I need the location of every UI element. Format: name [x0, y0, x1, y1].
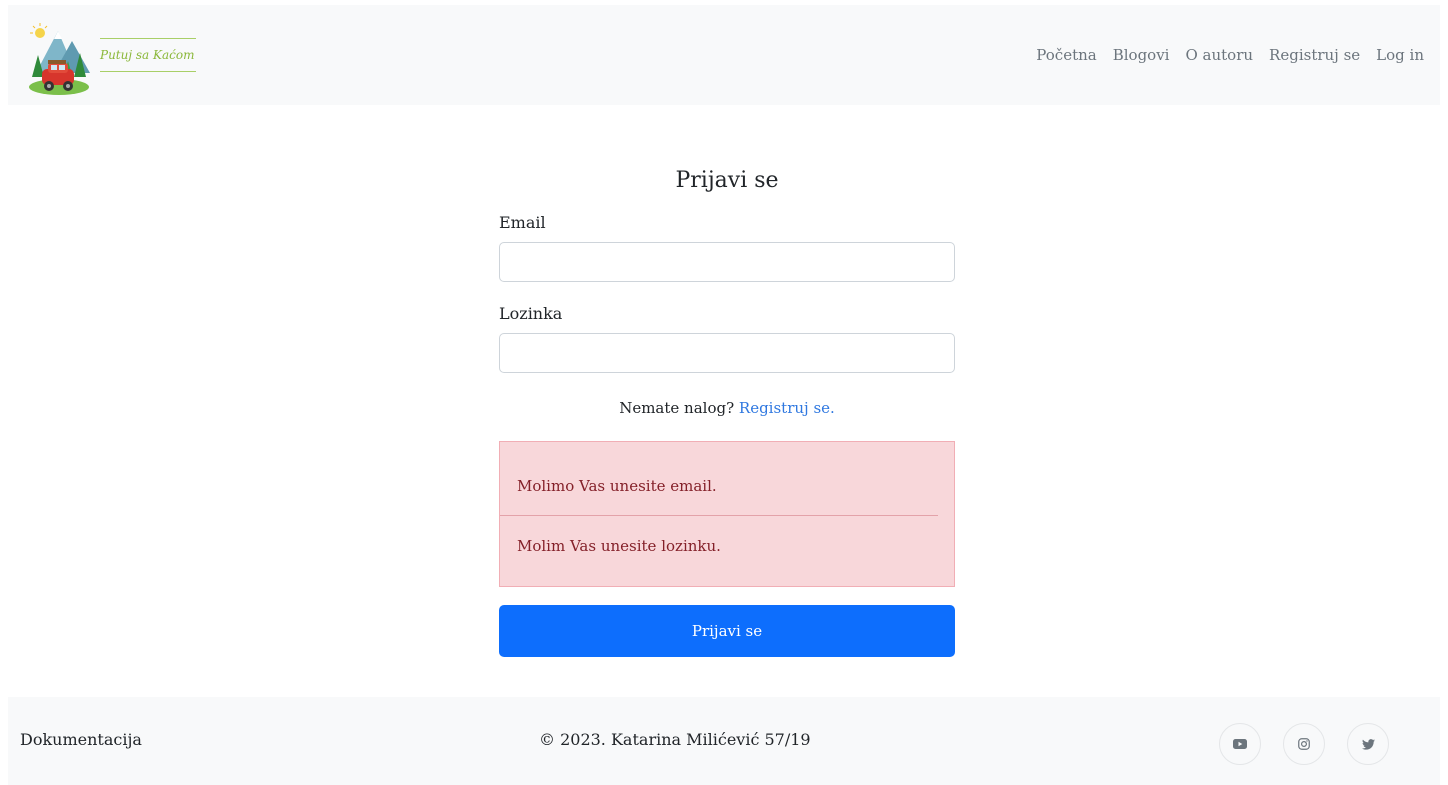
password-group: Lozinka [499, 304, 955, 373]
twitter-button[interactable] [1347, 723, 1389, 765]
password-field[interactable] [499, 333, 955, 373]
nav-item-pocetna[interactable]: Početna [1034, 44, 1098, 66]
register-link[interactable]: Registruj se. [739, 399, 835, 417]
top-navbar: Putuj sa Kaćom Početna Blogovi O autoru … [8, 5, 1440, 105]
email-group: Email [499, 213, 955, 282]
youtube-button[interactable] [1219, 723, 1261, 765]
error-alert: Molimo Vas unesite email. Molim Vas unes… [499, 441, 955, 587]
social-links [1219, 723, 1389, 765]
nav-menu: Početna Blogovi O autoru Registruj se Lo… [1034, 44, 1426, 66]
register-prompt-line: Nemate nalog? Registruj se. [499, 399, 955, 417]
password-label: Lozinka [499, 304, 563, 323]
login-submit-button[interactable]: Prijavi se [499, 605, 955, 657]
youtube-icon [1233, 739, 1247, 749]
email-label: Email [499, 213, 546, 232]
documentation-link[interactable]: Dokumentacija [20, 730, 142, 749]
instagram-icon [1298, 738, 1310, 750]
twitter-icon [1361, 738, 1375, 750]
footer: Dokumentacija © 2023. Katarina Milićević… [8, 697, 1440, 785]
nav-item-log-in[interactable]: Log in [1374, 44, 1426, 66]
nav-item-o-autoru[interactable]: O autoru [1183, 44, 1255, 66]
brand[interactable]: Putuj sa Kaćom [26, 11, 196, 99]
copyright-text: © 2023. Katarina Milićević 57/19 [539, 730, 811, 749]
logo-icon [29, 23, 90, 95]
register-prompt: Nemate nalog? [619, 399, 735, 417]
form-title: Prijavi se [675, 168, 779, 193]
email-field[interactable] [499, 242, 955, 282]
error-email: Molimo Vas unesite email. [517, 476, 717, 495]
error-password: Molim Vas unesite lozinku. [517, 536, 721, 555]
instagram-button[interactable] [1283, 723, 1325, 765]
login-form: Prijavi se Email Lozinka Nemate nalog? R… [499, 168, 955, 657]
brand-name: Putuj sa Kaćom [100, 38, 196, 72]
nav-item-registruj-se[interactable]: Registruj se [1267, 44, 1362, 66]
nav-item-blogovi[interactable]: Blogovi [1111, 44, 1172, 66]
